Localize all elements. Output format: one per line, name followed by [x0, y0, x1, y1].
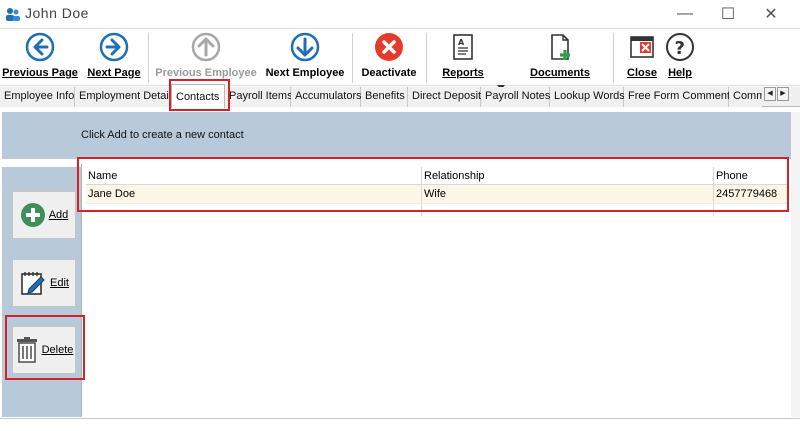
contact-phone-cell: 2457779468: [716, 188, 778, 200]
svg-text:?: ?: [675, 38, 685, 59]
right-edge-scrollbar[interactable]: [791, 112, 800, 417]
close-window-icon: [630, 36, 654, 58]
window-title: John Doe: [25, 5, 89, 21]
next-employee-button[interactable]: Next Employee: [263, 31, 347, 85]
empty-cell: [714, 204, 788, 216]
trash-can-icon: [16, 337, 37, 363]
next-employee-label: Next Employee: [265, 67, 345, 79]
empty-cell: [422, 204, 714, 216]
contacts-banner: Click Add to create a new contact: [2, 112, 798, 159]
close-button[interactable]: Close: [624, 31, 660, 85]
next-page-label: Next Page: [87, 67, 141, 79]
tab-employment-details[interactable]: Employment Details: [75, 87, 177, 107]
maximize-button[interactable]: ☐: [705, 0, 751, 27]
tab-scroll-left-icon[interactable]: ◀: [764, 87, 776, 101]
tab-scroll-right-icon[interactable]: ▶: [777, 87, 789, 101]
arrow-left-circle-icon: [25, 32, 55, 62]
delete-label: Delete: [41, 344, 74, 356]
tab-employee-info[interactable]: Employee Info: [0, 87, 75, 107]
table-row[interactable]: Jane Doe Wife 2457779468: [86, 185, 788, 203]
delete-contact-button[interactable]: Delete: [12, 326, 76, 374]
add-document-icon: [551, 34, 570, 60]
toolbar-divider: [426, 33, 427, 83]
arrow-down-circle-icon: [290, 32, 320, 62]
tab-accumulators[interactable]: Accumulators: [291, 87, 362, 107]
toolbar-divider: [613, 33, 614, 83]
previous-employee-label: Previous Employee: [155, 67, 257, 79]
add-contact-button[interactable]: Add: [12, 191, 76, 239]
tab-lookup-words[interactable]: Lookup Words: [550, 87, 625, 107]
deactivate-button[interactable]: Deactivate: [358, 31, 420, 85]
contact-relationship-cell: Wife: [422, 185, 714, 203]
contact-name-cell: Jane Doe: [86, 185, 422, 203]
arrow-right-circle-icon: [99, 32, 129, 62]
deactivate-label: Deactivate: [361, 67, 417, 79]
table-empty-row: [86, 203, 788, 216]
report-document-icon: A: [453, 34, 473, 60]
tab-contacts[interactable]: Contacts: [171, 84, 225, 108]
previous-employee-button[interactable]: Previous Employee: [154, 31, 258, 85]
tab-payroll-items[interactable]: Payroll Items: [225, 87, 293, 107]
people-app-icon: [6, 8, 20, 21]
toolbar-divider: [352, 33, 353, 83]
previous-page-label: Previous Page: [2, 67, 78, 79]
help-question-icon: ?: [666, 33, 694, 61]
edit-contact-button[interactable]: Edit: [12, 259, 76, 307]
edit-label: Edit: [50, 277, 69, 289]
reports-label: Reports: [442, 67, 484, 79]
empty-cell: [86, 204, 422, 216]
plus-circle-icon: [20, 203, 45, 227]
close-label: Close: [627, 67, 657, 79]
help-label: Help: [668, 67, 692, 79]
status-strip: [0, 418, 800, 431]
previous-page-button[interactable]: Previous Page: [2, 31, 78, 85]
tab-free-form-comments[interactable]: Free Form Comments: [624, 87, 736, 107]
column-header-phone[interactable]: Phone: [714, 167, 788, 185]
tab-direct-deposit[interactable]: Direct Deposit: [408, 87, 481, 107]
toolbar: Previous Page Next Page Previous Employe…: [0, 28, 800, 90]
contacts-action-sidebar: Add Edit Delete: [2, 167, 81, 417]
tab-comm[interactable]: Comm: [729, 87, 762, 107]
arrow-up-circle-icon: [191, 32, 221, 62]
documents-button[interactable]: Documents: [527, 31, 593, 85]
title-bar: John Doe — ☐ ✕: [0, 0, 800, 27]
tab-payroll-notes[interactable]: Payroll Notes: [481, 87, 550, 107]
help-button[interactable]: ? Help: [664, 31, 696, 85]
documents-label: Documents: [530, 67, 590, 79]
edit-notepad-icon: [21, 272, 45, 295]
toolbar-divider: [148, 33, 149, 83]
minimize-button[interactable]: —: [662, 0, 708, 27]
add-label: Add: [48, 209, 69, 221]
reports-button[interactable]: A Reports: [437, 31, 489, 85]
tab-benefits[interactable]: Benefits: [361, 87, 408, 107]
deactivate-x-icon: [375, 33, 403, 61]
contacts-table: Name Relationship Phone Jane Doe Wife 24…: [86, 167, 788, 216]
close-window-button[interactable]: ✕: [748, 0, 794, 27]
column-header-relationship[interactable]: Relationship: [422, 167, 714, 185]
tab-strip: Employee Info Employment Details Contact…: [0, 84, 800, 108]
column-header-name[interactable]: Name: [86, 167, 422, 185]
svg-text:A: A: [458, 38, 465, 47]
next-page-button[interactable]: Next Page: [85, 31, 143, 85]
contacts-hint-text: Click Add to create a new contact: [81, 129, 244, 141]
table-header-row: Name Relationship Phone: [86, 167, 788, 185]
